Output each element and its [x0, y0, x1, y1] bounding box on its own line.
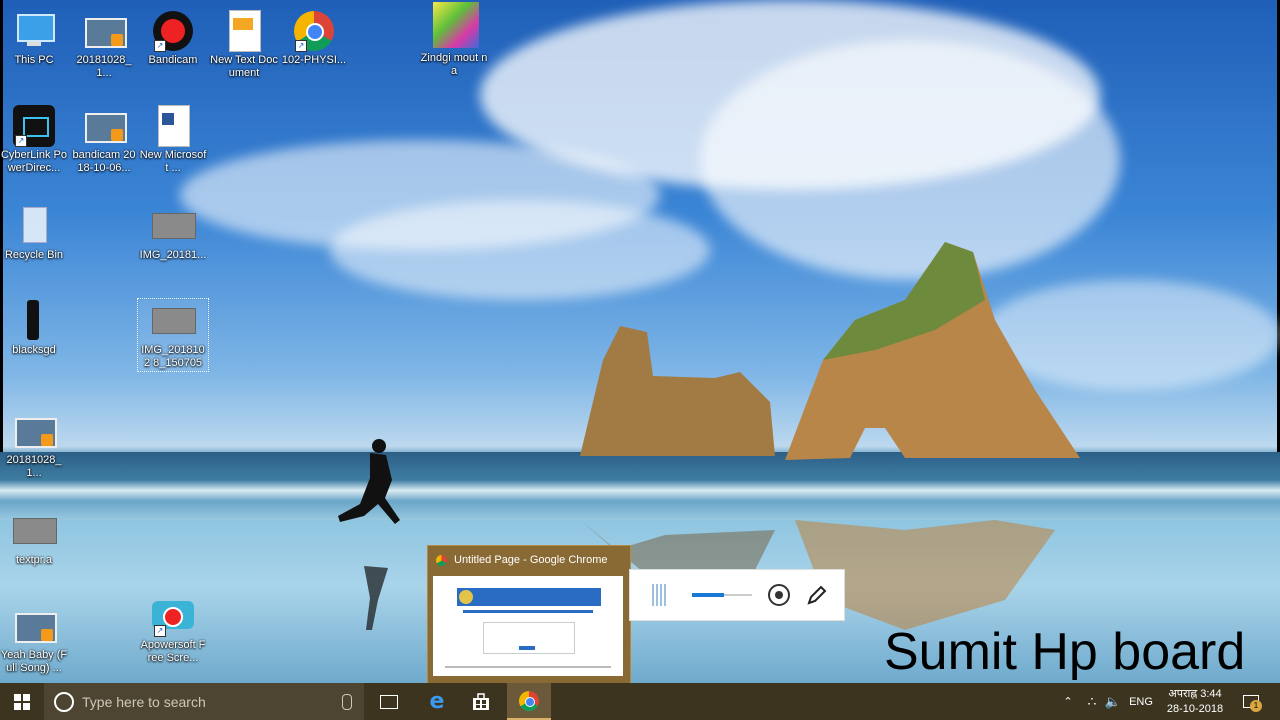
- volume-slider[interactable]: [692, 589, 752, 601]
- desktop-icon-text-document[interactable]: New Text Document: [210, 10, 278, 80]
- desktop-icon-apowersoft-recorder[interactable]: ↗ Apowersoft Free Scre...: [139, 595, 207, 665]
- desktop-icon-image-file[interactable]: textpr.a: [0, 510, 68, 567]
- chevron-up-icon: ⌃: [1063, 696, 1073, 708]
- bandicam-icon: ↗: [152, 10, 194, 52]
- desktop-icon-video-file[interactable]: Yeah Baby (Full Song) ...: [0, 605, 68, 675]
- powerdirector-icon: ↗: [13, 105, 55, 147]
- desktop-icon-label: bandicam 2018-10-06...: [72, 149, 136, 174]
- desktop-icon-label: IMG_20181...: [139, 249, 207, 261]
- chrome-icon: [436, 554, 447, 566]
- store-taskbar-button[interactable]: [463, 683, 499, 720]
- word-document-icon: [152, 105, 194, 147]
- desktop-icon-label: New Microsoft ...: [139, 149, 207, 174]
- desktop-icon-bandicam[interactable]: ↗ Bandicam: [139, 10, 207, 67]
- songs-image-icon: [433, 2, 479, 50]
- search-placeholder: Type here to search: [82, 693, 206, 710]
- video-file-icon: [83, 10, 127, 52]
- show-hidden-icons-button[interactable]: ⌃: [1060, 683, 1076, 720]
- image-file-icon: [13, 510, 57, 552]
- pencil-icon[interactable]: [806, 584, 828, 606]
- clock-time: अपराह्न 3:44: [1168, 687, 1222, 700]
- notification-count: 1: [1250, 700, 1262, 712]
- desktop-icon-songs-image[interactable]: Zindgi mout na: [420, 2, 488, 78]
- video-file-icon: [13, 410, 57, 452]
- desktop-icon-recycle-bin[interactable]: Recycle Bin: [0, 205, 68, 262]
- action-center-button[interactable]: 1: [1236, 683, 1266, 720]
- clock-date: 28-10-2018: [1166, 702, 1224, 715]
- text-document-icon: [223, 10, 265, 52]
- desktop-icon-image-file[interactable]: IMG_2018102 8_150705: [137, 298, 209, 372]
- desktop-icon-label: 20181028_1...: [6, 454, 62, 479]
- desktop-icon-label: This PC: [14, 54, 54, 66]
- clock[interactable]: अपराह्न 3:44 28-10-2018: [1162, 683, 1228, 720]
- computer-icon: [13, 10, 55, 52]
- network-icon[interactable]: ∴: [1083, 683, 1101, 720]
- cortana-icon: [54, 691, 74, 712]
- chrome-icon: [519, 690, 539, 711]
- desktop-icon-label: IMG_2018102 8_150705: [141, 344, 205, 369]
- desktop-icon-label: Bandicam: [148, 54, 198, 66]
- shortcut-arrow-icon: ↗: [154, 40, 166, 52]
- task-view-icon: [380, 694, 398, 709]
- desktop-icon-label: Yeah Baby (Full Song) ...: [0, 649, 68, 674]
- black-image-icon: [13, 300, 55, 342]
- desktop-icon-video-file[interactable]: 20181028_1...: [0, 410, 68, 480]
- desktop-icon-label: Apowersoft Free Scre...: [140, 639, 206, 664]
- start-button[interactable]: [0, 683, 44, 720]
- desktop-icon-video-file[interactable]: bandicam 2018-10-06...: [70, 105, 138, 175]
- chrome-taskbar-preview[interactable]: Untitled Page - Google Chrome: [427, 545, 631, 684]
- microphone-icon[interactable]: [342, 693, 352, 710]
- desktop-icon-label: textpr.a: [15, 554, 53, 566]
- taskbar: Type here to search e ⌃ ∴ 🔈 ENG अपराह्न …: [0, 683, 1280, 720]
- video-file-icon: [13, 605, 57, 647]
- desktop-icon-computer[interactable]: This PC: [0, 10, 68, 67]
- chrome-icon: ↗: [293, 10, 335, 52]
- task-view-button[interactable]: [372, 683, 406, 720]
- recycle-bin-icon: [13, 205, 55, 247]
- image-file-icon: [152, 205, 196, 247]
- chrome-taskbar-button[interactable]: [507, 683, 551, 720]
- video-file-icon: [83, 105, 127, 147]
- watermark-text: Sumit Hp board: [884, 623, 1246, 681]
- desktop-icon-video-file[interactable]: 20181028_1...: [70, 10, 138, 80]
- image-file-icon: [152, 300, 196, 342]
- store-bag-icon: [473, 692, 489, 710]
- desktop-icon-powerdirector[interactable]: ↗ CyberLink PowerDirec...: [0, 105, 68, 175]
- desktop-icon-label: Recycle Bin: [4, 249, 64, 261]
- preview-title: Untitled Page - Google Chrome: [454, 554, 608, 566]
- notification-icon: 1: [1243, 695, 1262, 712]
- language-indicator[interactable]: ENG: [1127, 683, 1155, 720]
- desktop-icon-label: 102-PHYSI...: [281, 54, 347, 66]
- shortcut-arrow-icon: ↗: [154, 625, 166, 637]
- windows-logo-icon: [14, 693, 30, 710]
- webcam-icon[interactable]: [768, 584, 790, 606]
- preview-title-row: Untitled Page - Google Chrome: [428, 546, 630, 566]
- desktop-icon-label: blacksgd: [12, 344, 56, 356]
- desktop-icon-image-file[interactable]: IMG_20181...: [139, 205, 207, 262]
- desktop-icon-chrome[interactable]: ↗ 102-PHYSI...: [280, 10, 348, 67]
- taskbar-search-box[interactable]: Type here to search: [44, 683, 364, 720]
- apowersoft-recorder-icon: ↗: [152, 595, 194, 637]
- desktop-icon-black-image[interactable]: blacksgd: [0, 300, 68, 357]
- desktop-icon-label: 20181028_1...: [76, 54, 132, 79]
- volume-icon[interactable]: 🔈: [1104, 683, 1122, 720]
- shortcut-arrow-icon: ↗: [15, 135, 27, 147]
- recorder-mini-toolbar: [629, 569, 845, 621]
- desktop-icon-label: CyberLink PowerDirec...: [0, 149, 68, 174]
- level-meter-icon: [652, 584, 666, 606]
- shortcut-arrow-icon: ↗: [295, 40, 307, 52]
- preview-screenshot: [433, 576, 623, 676]
- edge-taskbar-button[interactable]: e: [419, 683, 455, 720]
- edge-icon: e: [429, 689, 445, 714]
- desktop-icon-label: New Text Document: [210, 54, 278, 79]
- desktop-icon-word-document[interactable]: New Microsoft ...: [139, 105, 207, 175]
- desktop-icon-label: Zindgi mout na: [420, 52, 488, 77]
